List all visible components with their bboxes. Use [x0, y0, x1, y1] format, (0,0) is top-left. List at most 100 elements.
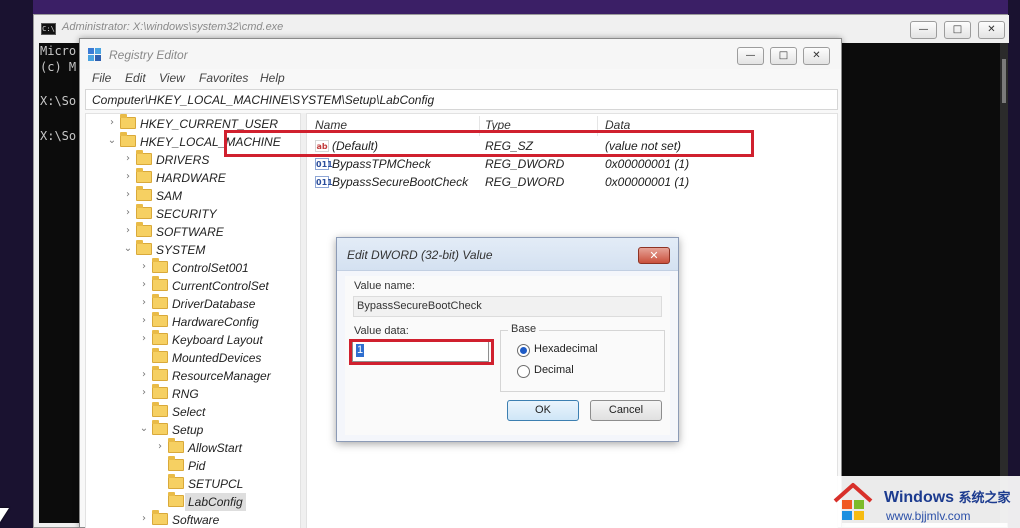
chevron-right-icon[interactable]: ›	[122, 224, 134, 238]
highlight-box-value-data	[349, 339, 494, 365]
dword-value-icon: 011	[315, 176, 333, 188]
folder-icon	[152, 312, 168, 327]
tree-node-label: SAM	[156, 189, 183, 203]
decimal-radio[interactable]	[517, 365, 530, 378]
tree-node-label: LabConfig	[185, 493, 246, 511]
registry-editor-icon	[88, 48, 102, 62]
cmd-icon: C:\	[41, 23, 56, 35]
tree-node-label: RNG	[172, 387, 199, 401]
regedit-titlebar[interactable]: Registry Editor — □ ✕	[80, 39, 841, 69]
tree-node-label: HardwareConfig	[172, 315, 259, 329]
tree-node-label: CurrentControlSet	[172, 279, 269, 293]
watermark-brand-cn: 系统之家	[958, 491, 1011, 506]
cmd-close-button[interactable]: ✕	[978, 21, 1005, 39]
regedit-close-button[interactable]: ✕	[803, 47, 830, 65]
chevron-right-icon[interactable]: ›	[122, 188, 134, 202]
desktop-background-left	[0, 0, 33, 528]
tree-node-label: SOFTWARE	[156, 225, 224, 239]
chevron-right-icon[interactable]: ›	[138, 386, 150, 400]
base-group	[500, 330, 665, 392]
dialog-titlebar[interactable]: Edit DWORD (32-bit) Value ✕	[337, 238, 678, 271]
chevron-right-icon[interactable]: ›	[122, 206, 134, 220]
chevron-right-icon[interactable]: ›	[122, 152, 134, 166]
cmd-scroll-thumb[interactable]	[1002, 59, 1006, 103]
chevron-right-icon[interactable]: ›	[154, 440, 166, 454]
folder-icon	[152, 510, 168, 525]
chevron-right-icon[interactable]	[154, 494, 166, 508]
chevron-down-icon[interactable]: ⌄	[106, 134, 118, 148]
chevron-right-icon[interactable]: ›	[138, 314, 150, 328]
value-row[interactable]: 011 BypassSecureBootCheck REG_DWORD 0x00000…	[307, 173, 837, 191]
folder-icon	[168, 474, 184, 489]
chevron-right-icon[interactable]: ›	[138, 278, 150, 292]
registry-tree[interactable]: › HKEY_CURRENT_USER ⌄ HKEY_LOCAL_MACHINE › DR…	[85, 113, 301, 528]
value-name: BypassSecureBootCheck	[332, 175, 469, 189]
highlight-box-bypass-secure-boot	[224, 130, 754, 157]
value-data: 0x00000001 (1)	[605, 175, 690, 189]
regedit-maximize-button[interactable]: □	[770, 47, 797, 65]
watermark: Windows 系统之家 www.bjjmlv.com	[832, 476, 1020, 528]
chevron-right-icon[interactable]: ›	[122, 170, 134, 184]
watermark-brand: Windows 系统之家	[884, 487, 1011, 507]
folder-icon	[168, 492, 184, 507]
menu-favorites[interactable]: Favorites	[199, 71, 248, 85]
value-row[interactable]: 011 BypassTPMCheck REG_DWORD 0x00000001 (1)	[307, 155, 837, 173]
folder-icon	[152, 330, 168, 345]
folder-icon	[152, 384, 168, 399]
chevron-right-icon[interactable]	[154, 458, 166, 472]
menu-file[interactable]: File	[92, 71, 111, 85]
hexadecimal-label[interactable]: Hexadecimal	[534, 343, 598, 355]
cmd-maximize-button[interactable]: □	[944, 21, 971, 39]
folder-icon	[120, 132, 136, 147]
menu-edit[interactable]: Edit	[125, 71, 146, 85]
mouse-cursor-icon	[0, 508, 9, 522]
chevron-right-icon[interactable]: ›	[138, 296, 150, 310]
folder-icon	[136, 150, 152, 165]
tree-node-label: MountedDevices	[172, 351, 262, 365]
hexadecimal-radio[interactable]	[517, 344, 530, 357]
menu-help[interactable]: Help	[260, 71, 285, 85]
folder-icon	[136, 222, 152, 237]
value-name-text: BypassSecureBootCheck	[357, 300, 482, 312]
chevron-right-icon[interactable]	[138, 404, 150, 418]
cancel-button[interactable]: Cancel	[590, 400, 662, 421]
value-type: REG_DWORD	[485, 157, 565, 171]
folder-icon	[136, 204, 152, 219]
regedit-minimize-button[interactable]: —	[737, 47, 764, 65]
chevron-down-icon[interactable]: ⌄	[122, 242, 134, 256]
watermark-brand-name: Windows	[884, 489, 955, 506]
folder-icon	[152, 348, 168, 363]
folder-icon	[168, 438, 184, 453]
watermark-url: www.bjjmlv.com	[886, 509, 971, 523]
dialog-close-button[interactable]: ✕	[638, 247, 670, 264]
cmd-scrollbar[interactable]	[1000, 43, 1008, 523]
chevron-right-icon[interactable]: ›	[138, 512, 150, 526]
value-name-label: Value name:	[354, 280, 415, 292]
tree-node-label: SYSTEM	[156, 243, 206, 257]
windows-house-logo-icon	[833, 483, 873, 520]
folder-icon	[152, 402, 168, 417]
chevron-right-icon[interactable]: ›	[138, 332, 150, 346]
value-data-label: Value data:	[354, 325, 409, 337]
ok-button[interactable]: OK	[507, 400, 579, 421]
tree-node-label: HARDWARE	[156, 171, 226, 185]
value-type: REG_DWORD	[485, 175, 565, 189]
chevron-right-icon[interactable]	[154, 476, 166, 490]
chevron-right-icon[interactable]	[138, 350, 150, 364]
menu-view[interactable]: View	[159, 71, 185, 85]
value-name-field: BypassSecureBootCheck	[353, 296, 662, 317]
cmd-minimize-button[interactable]: —	[910, 21, 937, 39]
console-line: (c) M	[40, 60, 77, 74]
chevron-right-icon[interactable]: ›	[138, 260, 150, 274]
chevron-right-icon[interactable]: ›	[138, 368, 150, 382]
regedit-title: Registry Editor	[109, 48, 188, 62]
folder-icon	[152, 294, 168, 309]
address-path: Computer\HKEY_LOCAL_MACHINE\SYSTEM\Setup…	[92, 93, 435, 107]
address-bar[interactable]: Computer\HKEY_LOCAL_MACHINE\SYSTEM\Setup…	[85, 89, 838, 110]
console-line: X:\So	[40, 94, 77, 108]
tree-node-label: Select	[172, 405, 206, 419]
tree-node-label: Keyboard Layout	[172, 333, 263, 347]
chevron-down-icon[interactable]: ⌄	[138, 422, 150, 436]
decimal-label[interactable]: Decimal	[534, 364, 574, 376]
chevron-right-icon[interactable]: ›	[106, 116, 118, 130]
